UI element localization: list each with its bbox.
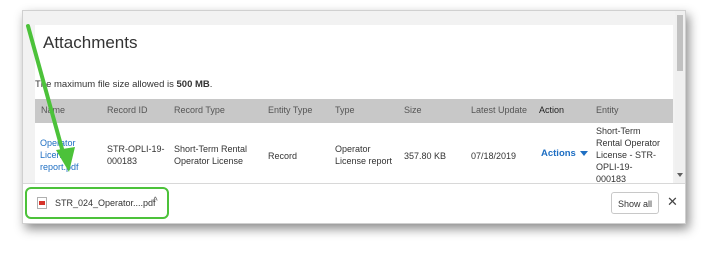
record-id-line: STR-OPLI-19- <box>107 144 165 154</box>
column-header-name[interactable]: Name <box>41 105 65 115</box>
entity-type-cell: Record <box>268 151 298 161</box>
attachment-name-link[interactable]: Operator License report.pdf <box>40 137 79 173</box>
max-file-size-note: The maximum file size allowed is 500 MB. <box>35 79 212 90</box>
column-header-record-type[interactable]: Record Type <box>174 105 225 115</box>
attachments-panel: Attachments The maximum file size allowe… <box>35 25 673 183</box>
actions-label: Actions <box>541 148 576 159</box>
size-note-suffix: . <box>209 79 213 90</box>
scrollbar-thumb[interactable] <box>677 15 683 71</box>
close-icon[interactable]: ✕ <box>667 194 678 210</box>
entity-line: Rental Operator <box>596 138 661 148</box>
size-note-prefix: The maximum file size allowed is <box>35 79 177 90</box>
table-header: Name Record ID Record Type Entity Type T… <box>35 99 673 123</box>
column-header-latest-update[interactable]: Latest Update <box>471 105 527 115</box>
entity-line: OPLI-19- <box>596 162 633 172</box>
downloaded-file-name: STR_024_Operator....pdf <box>55 198 156 208</box>
entity-line: Short-Term <box>596 126 641 136</box>
scroll-down-arrow-icon[interactable] <box>677 173 683 177</box>
browser-window: Attachments The maximum file size allowe… <box>22 10 686 224</box>
record-type-line: Operator License <box>174 156 244 166</box>
column-header-type[interactable]: Type <box>335 105 355 115</box>
record-id-line: 000183 <box>107 156 138 166</box>
entity-line: 000183 <box>596 174 627 183</box>
name-line: Operator <box>40 138 76 148</box>
chevron-up-icon[interactable]: ^ <box>153 196 158 207</box>
caret-down-icon <box>579 150 588 156</box>
column-header-record-id[interactable]: Record ID <box>107 105 148 115</box>
column-header-entity[interactable]: Entity <box>596 105 619 115</box>
type-cell: Operator License report <box>335 143 392 167</box>
entity-cell: Short-Term Rental Operator License - STR… <box>596 125 660 183</box>
column-header-action: Action <box>539 105 565 115</box>
vertical-scrollbar[interactable] <box>675 11 685 183</box>
size-cell: 357.80 KB <box>404 151 447 161</box>
column-header-entity-type[interactable]: Entity Type <box>268 105 312 115</box>
actions-dropdown[interactable]: Actions <box>541 148 588 159</box>
type-line: License report <box>335 156 393 166</box>
record-type-line: Short-Term Rental <box>174 144 248 154</box>
page-content: Attachments The maximum file size allowe… <box>23 11 675 183</box>
downloaded-file-item[interactable]: STR_024_Operator....pdf ^ <box>25 187 169 219</box>
download-bar: STR_024_Operator....pdf ^ Show all ✕ <box>23 183 685 223</box>
record-id-cell: STR-OPLI-19- 000183 <box>107 143 165 167</box>
entity-line: License - STR- <box>596 150 657 160</box>
latest-update-cell: 07/18/2019 <box>471 151 517 161</box>
record-type-cell: Short-Term Rental Operator License <box>174 143 247 167</box>
type-line: Operator <box>335 144 371 154</box>
size-note-value: 500 MB <box>176 79 210 90</box>
name-line: License <box>40 150 72 160</box>
column-header-size[interactable]: Size <box>404 105 422 115</box>
name-line: report.pdf <box>40 162 79 172</box>
page-title: Attachments <box>43 33 138 52</box>
show-all-button[interactable]: Show all <box>611 192 659 214</box>
pdf-file-icon <box>37 197 47 209</box>
